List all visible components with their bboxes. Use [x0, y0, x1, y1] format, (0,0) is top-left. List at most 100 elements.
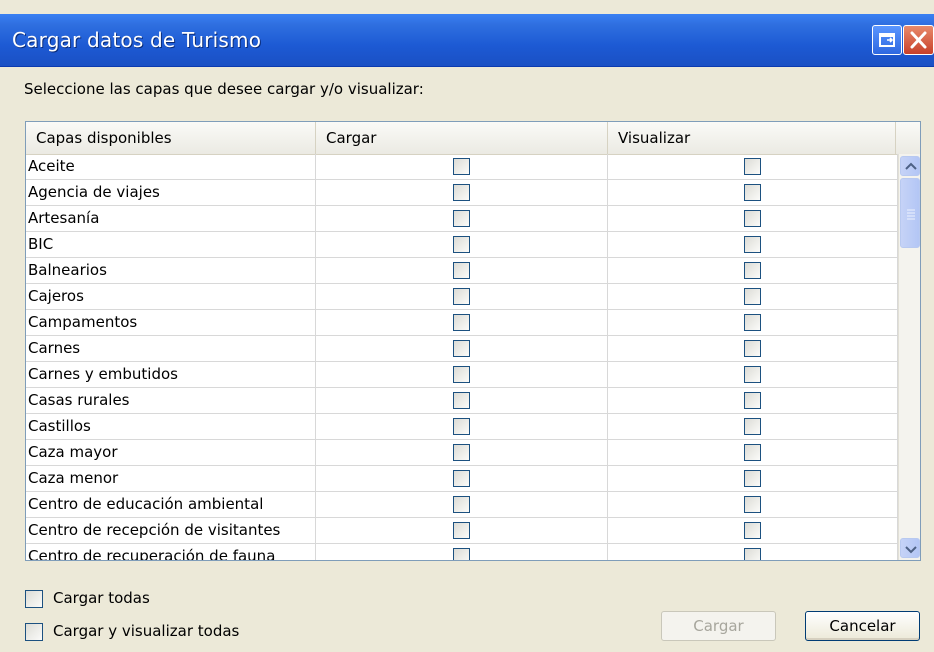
view-cell — [608, 336, 898, 362]
load-cell — [316, 232, 608, 258]
load-checkbox[interactable] — [453, 548, 470, 560]
load-button[interactable]: Cargar — [661, 611, 776, 641]
view-cell — [608, 388, 898, 414]
table-row[interactable]: Caza menor — [26, 466, 898, 492]
table-header: Capas disponibles Cargar Visualizar — [26, 122, 920, 155]
view-checkbox[interactable] — [744, 444, 761, 461]
load-checkbox[interactable] — [453, 210, 470, 227]
load-checkbox[interactable] — [453, 470, 470, 487]
view-checkbox[interactable] — [744, 314, 761, 331]
view-cell — [608, 544, 898, 560]
view-checkbox[interactable] — [744, 496, 761, 513]
load-checkbox[interactable] — [453, 392, 470, 409]
load-all-checkbox[interactable] — [25, 590, 43, 608]
view-cell — [608, 492, 898, 518]
table-row[interactable]: Centro de recepción de visitantes — [26, 518, 898, 544]
table-row[interactable]: Balnearios — [26, 258, 898, 284]
column-header-load[interactable]: Cargar — [316, 122, 608, 154]
load-cell — [316, 518, 608, 544]
view-checkbox[interactable] — [744, 522, 761, 539]
load-checkbox[interactable] — [453, 236, 470, 253]
layer-name-cell: Carnes — [26, 336, 316, 362]
view-checkbox[interactable] — [744, 184, 761, 201]
layer-name-cell: Centro de educación ambiental — [26, 492, 316, 518]
title-bar[interactable]: Cargar datos de Turismo — [0, 14, 934, 67]
layer-name-cell: Campamentos — [26, 310, 316, 336]
cancel-button[interactable]: Cancelar — [805, 611, 920, 641]
layer-name-cell: Casas rurales — [26, 388, 316, 414]
load-checkbox[interactable] — [453, 340, 470, 357]
restore-icon — [879, 33, 895, 47]
view-checkbox[interactable] — [744, 158, 761, 175]
table-row[interactable]: Carnes — [26, 336, 898, 362]
view-checkbox[interactable] — [744, 366, 761, 383]
view-checkbox[interactable] — [744, 262, 761, 279]
view-checkbox[interactable] — [744, 340, 761, 357]
load-checkbox[interactable] — [453, 314, 470, 331]
view-cell — [608, 258, 898, 284]
view-cell — [608, 362, 898, 388]
load-cell — [316, 258, 608, 284]
table-row[interactable]: Casas rurales — [26, 388, 898, 414]
dialog-window: Cargar datos de Turismo Seleccione las c… — [0, 0, 934, 652]
load-checkbox[interactable] — [453, 444, 470, 461]
view-cell — [608, 180, 898, 206]
load-checkbox[interactable] — [453, 496, 470, 513]
table-row[interactable]: Castillos — [26, 414, 898, 440]
table-row[interactable]: Carnes y embutidos — [26, 362, 898, 388]
view-cell — [608, 518, 898, 544]
table-row[interactable]: Artesanía — [26, 206, 898, 232]
load-view-all-label: Cargar y visualizar todas — [53, 622, 240, 640]
load-checkbox[interactable] — [453, 158, 470, 175]
scroll-down-button[interactable] — [900, 538, 920, 558]
load-view-all-checkbox[interactable] — [25, 623, 43, 641]
load-cell — [316, 492, 608, 518]
table-row[interactable]: Campamentos — [26, 310, 898, 336]
table-row[interactable]: BIC — [26, 232, 898, 258]
load-checkbox[interactable] — [453, 366, 470, 383]
load-checkbox[interactable] — [453, 184, 470, 201]
table-row[interactable]: Caza mayor — [26, 440, 898, 466]
scroll-up-button[interactable] — [900, 156, 920, 176]
view-checkbox[interactable] — [744, 210, 761, 227]
view-checkbox[interactable] — [744, 236, 761, 253]
view-cell — [608, 440, 898, 466]
layer-name-cell: Caza mayor — [26, 440, 316, 466]
load-cell — [316, 206, 608, 232]
layer-name-cell: Caza menor — [26, 466, 316, 492]
view-cell — [608, 154, 898, 180]
arrow-down-icon — [905, 546, 917, 554]
load-checkbox[interactable] — [453, 262, 470, 279]
layer-name-cell: Cajeros — [26, 284, 316, 310]
view-checkbox[interactable] — [744, 288, 761, 305]
view-checkbox[interactable] — [744, 470, 761, 487]
table-row[interactable]: Centro de recuperación de fauna — [26, 544, 898, 560]
column-header-layers[interactable]: Capas disponibles — [26, 122, 316, 154]
close-icon — [910, 31, 927, 49]
view-cell — [608, 206, 898, 232]
column-header-view[interactable]: Visualizar — [608, 122, 896, 154]
table-body: Aceite Agencia de viajes Artesanía BIC Balne… — [26, 154, 898, 560]
view-checkbox[interactable] — [744, 548, 761, 560]
load-cell — [316, 466, 608, 492]
table-row[interactable]: Agencia de viajes — [26, 180, 898, 206]
load-cell — [316, 414, 608, 440]
vertical-scrollbar[interactable] — [898, 154, 920, 560]
table-row[interactable]: Cajeros — [26, 284, 898, 310]
scroll-thumb[interactable] — [900, 178, 920, 248]
view-checkbox[interactable] — [744, 418, 761, 435]
table-row[interactable]: Aceite — [26, 154, 898, 180]
layer-name-cell: Agencia de viajes — [26, 180, 316, 206]
load-checkbox[interactable] — [453, 418, 470, 435]
table-row[interactable]: Centro de educación ambiental — [26, 492, 898, 518]
layer-name-cell: Artesanía — [26, 206, 316, 232]
load-checkbox[interactable] — [453, 522, 470, 539]
layer-name-cell: Castillos — [26, 414, 316, 440]
layers-table: Capas disponibles Cargar Visualizar Acei… — [25, 121, 921, 561]
view-cell — [608, 232, 898, 258]
view-checkbox[interactable] — [744, 392, 761, 409]
layer-name-cell: Centro de recepción de visitantes — [26, 518, 316, 544]
close-button[interactable] — [903, 25, 934, 55]
restore-button[interactable] — [872, 25, 902, 55]
load-checkbox[interactable] — [453, 288, 470, 305]
